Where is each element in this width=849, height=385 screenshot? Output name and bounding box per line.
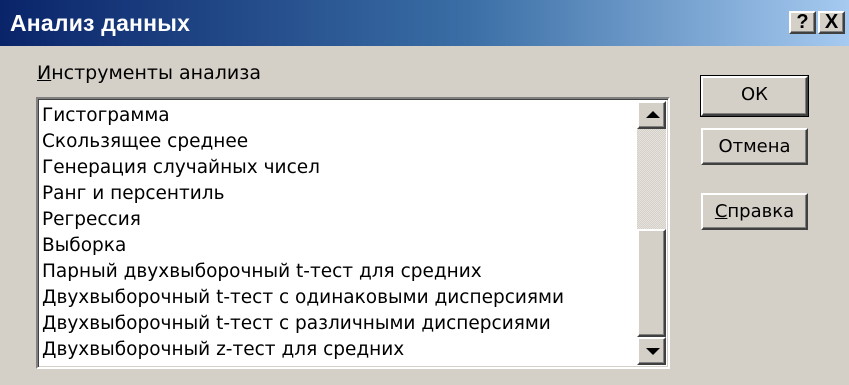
tools-label: Инструменты анализа [37, 60, 261, 86]
scroll-up-button[interactable] [637, 101, 666, 129]
list-item-moving-average[interactable]: Скользящее среднее [42, 129, 638, 155]
list-item-paired-t-test[interactable]: Парный двухвыборочный t-тест для средних [42, 259, 638, 285]
vertical-scrollbar[interactable] [637, 101, 666, 365]
window-title: Анализ данных [10, 10, 191, 36]
ok-button[interactable]: ОК [700, 75, 809, 117]
up-arrow-icon [646, 111, 660, 118]
help-button-accelerator: С [714, 201, 728, 222]
analysis-dialog: Анализ данных ? X Инструменты анализа Ги… [0, 0, 849, 385]
close-button[interactable]: X [818, 11, 845, 34]
list-item-regression[interactable]: Регрессия [42, 207, 638, 233]
analysis-tools-listbox[interactable]: Гистограмма Скользящее среднее Генерация… [36, 97, 670, 369]
scroll-thumb[interactable] [637, 229, 666, 337]
list-item-z-test-means[interactable]: Двухвыборочный z-тест для средних [42, 337, 638, 363]
list-item-t-test-unequal-variances[interactable]: Двухвыборочный t-тест с различными диспе… [42, 311, 638, 337]
tools-label-accelerator: И [37, 62, 52, 84]
list-item-rank-and-percentile[interactable]: Ранг и персентиль [42, 181, 638, 207]
list-item-sampling[interactable]: Выборка [42, 233, 638, 259]
list-item-random-number-generation[interactable]: Генерация случайных чисел [42, 155, 638, 181]
help-button-text: правка [727, 201, 795, 222]
list-item-t-test-equal-variances[interactable]: Двухвыборочный t-тест с одинаковыми дисп… [42, 285, 638, 311]
help-question-button[interactable]: ? [789, 11, 816, 34]
title-bar[interactable]: Анализ данных ? X [0, 0, 849, 46]
list-item-histogram[interactable]: Гистограмма [42, 103, 638, 129]
scroll-down-button[interactable] [637, 337, 666, 365]
down-arrow-icon [646, 348, 660, 355]
help-button[interactable]: Справка [701, 193, 808, 230]
tools-label-text: нструменты анализа [51, 62, 261, 84]
list-items: Гистограмма Скользящее среднее Генерация… [42, 103, 638, 363]
cancel-button[interactable]: Отмена [701, 128, 808, 165]
